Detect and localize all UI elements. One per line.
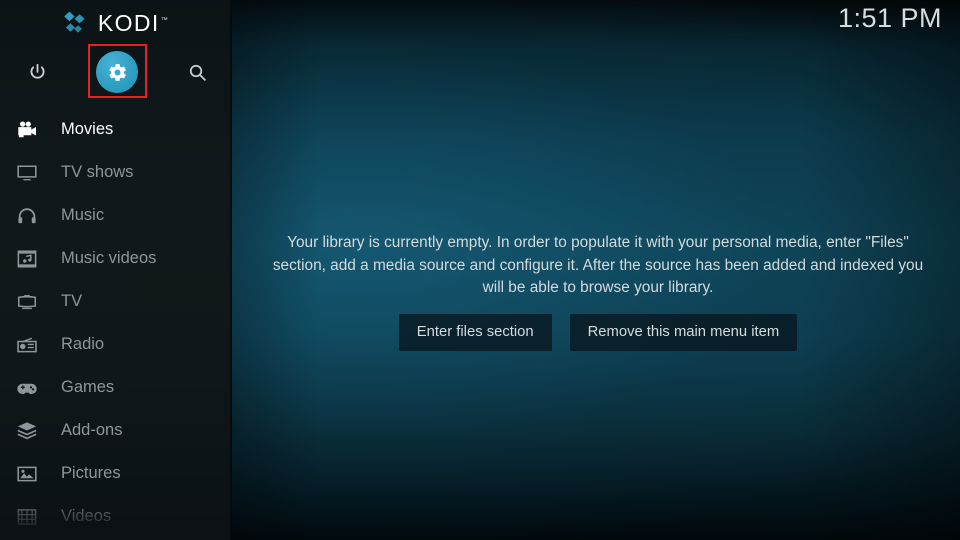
kodi-logo-text: KODI™ [97, 9, 170, 36]
sidebar-item-games[interactable]: Games [0, 366, 232, 409]
sidebar: KODI™ Movies TV shows Music Music videos… [0, 0, 232, 540]
kodi-wordmark: KODI [97, 9, 160, 36]
tv-set-icon [10, 289, 44, 315]
sidebar-item-music[interactable]: Music [0, 194, 232, 237]
sidebar-item-label: Music videos [61, 249, 157, 268]
picture-icon [10, 461, 44, 487]
sidebar-item-tv[interactable]: TV [0, 280, 232, 323]
settings-button-circle [96, 51, 138, 93]
search-button[interactable] [169, 44, 225, 100]
music-film-icon [10, 246, 44, 272]
power-button[interactable] [9, 44, 65, 100]
sidebar-item-label: Videos [61, 507, 112, 526]
radio-icon [10, 332, 44, 358]
kodi-logo: KODI™ [0, 8, 232, 38]
sidebar-item-add-ons[interactable]: Add-ons [0, 409, 232, 452]
sidebar-item-pictures[interactable]: Pictures [0, 452, 232, 495]
sidebar-item-movies[interactable]: Movies [0, 108, 232, 151]
empty-library-actions: Enter files section Remove this main men… [248, 313, 948, 352]
kodi-home-screen: 1:51 PM KODI™ Movies TV shows Music Musi… [0, 0, 960, 540]
kodi-logo-mark [63, 11, 89, 35]
trademark-symbol: ™ [160, 16, 170, 24]
television-icon [10, 160, 44, 186]
search-icon [189, 64, 206, 81]
headphones-icon [10, 203, 44, 229]
sidebar-item-label: Radio [61, 335, 105, 354]
empty-library-message: Your library is currently empty. In orde… [272, 234, 924, 296]
sidebar-item-radio[interactable]: Radio [0, 323, 232, 366]
remove-main-menu-item-button[interactable]: Remove this main menu item [569, 313, 798, 352]
sidebar-item-tv-shows[interactable]: TV shows [0, 151, 232, 194]
sidebar-item-label: Add-ons [61, 421, 123, 440]
sidebar-item-label: Movies [61, 120, 114, 139]
sidebar-item-label: TV [61, 292, 83, 311]
settings-button[interactable] [89, 44, 145, 100]
power-icon [29, 63, 45, 79]
gamepad-icon [10, 375, 44, 401]
clock: 1:51 PM [837, 3, 942, 33]
enter-files-section-button[interactable]: Enter files section [398, 313, 552, 352]
main-menu: Movies TV shows Music Music videos TV Ra… [0, 108, 232, 538]
sidebar-item-label: Music [61, 206, 105, 225]
gear-icon [108, 63, 126, 81]
empty-library-panel: Your library is currently empty. In orde… [248, 232, 948, 352]
sidebar-item-videos[interactable]: Videos [0, 495, 232, 538]
sidebar-item-music-videos[interactable]: Music videos [0, 237, 232, 280]
sidebar-item-label: Games [61, 378, 115, 397]
sidebar-item-label: TV shows [61, 163, 134, 182]
top-icon-row [0, 44, 232, 100]
movie-camera-icon [10, 117, 44, 143]
sidebar-item-label: Pictures [61, 464, 121, 483]
film-strip-icon [10, 504, 44, 530]
addon-box-icon [10, 418, 44, 444]
